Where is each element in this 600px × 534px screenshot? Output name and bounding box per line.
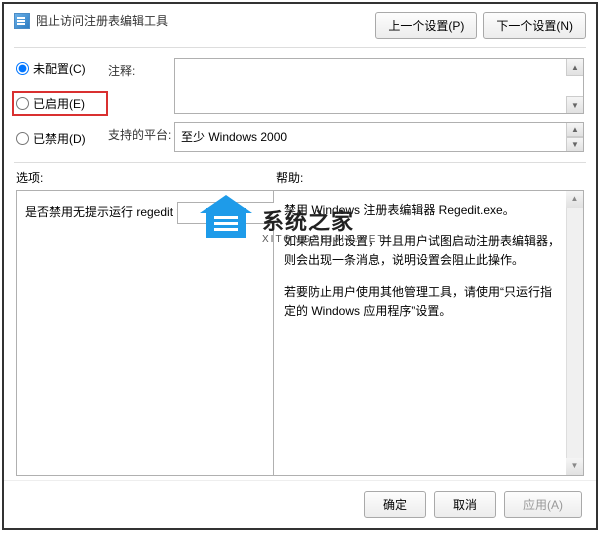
nav-buttons: 上一个设置(P) 下一个设置(N) [375,12,586,39]
radio-enabled-label: 已启用(E) [33,95,85,112]
scroll-down-icon[interactable]: ▼ [566,458,583,475]
help-text-3: 若要防止用户使用其他管理工具，请使用“只运行指定的 Windows 应用程序”设… [284,283,563,321]
radio-not-configured-input[interactable] [16,62,29,75]
help-label: 帮助: [276,169,303,186]
scroll-up-icon[interactable]: ▲ [566,191,583,208]
title-area: 阻止访问注册表编辑工具 [14,12,375,29]
scrollbar[interactable]: ▲ ▼ [566,191,583,475]
cancel-button[interactable]: 取消 [434,491,496,518]
dialog-header: 阻止访问注册表编辑工具 上一个设置(P) 下一个设置(N) [4,4,596,45]
platform-row: 支持的平台: 至少 Windows 2000 ▲ ▼ [108,122,584,152]
apply-button[interactable]: 应用(A) [504,491,582,518]
scroll-down-icon[interactable]: ▼ [566,137,583,151]
radio-enabled-input[interactable] [16,97,29,110]
dialog-title: 阻止访问注册表编辑工具 [36,12,168,29]
config-area: 未配置(C) 已启用(E) 已禁用(D) 注释: ▲ ▼ [4,48,596,160]
radio-enabled[interactable]: 已启用(E) [16,95,102,112]
right-panel: 注释: ▲ ▼ 支持的平台: 至少 Windows 2000 ▲ ▼ [108,58,584,152]
section-labels: 选项: 帮助: [4,163,596,190]
options-label: 选项: [16,169,276,186]
radio-disabled[interactable]: 已禁用(D) [16,130,108,147]
comment-textarea[interactable]: ▲ ▼ [174,58,584,114]
prev-setting-button[interactable]: 上一个设置(P) [375,12,477,39]
footer: 确定 取消 应用(A) [4,480,596,528]
options-panel: 是否禁用无提示运行 regedit ? [16,190,274,476]
help-text-1: 禁用 Windows 注册表编辑器 Regedit.exe。 [284,201,563,220]
options-dropdown[interactable] [177,202,287,224]
radio-not-configured[interactable]: 未配置(C) [16,60,108,77]
policy-icon [14,13,30,29]
platform-box: 至少 Windows 2000 ▲ ▼ [174,122,584,152]
platform-value: 至少 Windows 2000 [181,130,287,144]
radio-disabled-label: 已禁用(D) [33,130,86,147]
radio-not-configured-label: 未配置(C) [33,60,86,77]
ok-button[interactable]: 确定 [364,491,426,518]
highlight-enabled: 已启用(E) [12,91,108,116]
scroll-down-icon[interactable]: ▼ [566,96,583,113]
help-panel: 禁用 Windows 注册表编辑器 Regedit.exe。 如果启用此设置，并… [274,190,584,476]
scroll-up-icon[interactable]: ▲ [566,123,583,137]
platform-label: 支持的平台: [108,122,174,143]
dialog-window: 阻止访问注册表编辑工具 上一个设置(P) 下一个设置(N) 未配置(C) 已启用… [2,2,598,530]
comment-row: 注释: ▲ ▼ [108,58,584,114]
next-setting-button[interactable]: 下一个设置(N) [483,12,586,39]
comment-label: 注释: [108,58,174,79]
radio-disabled-input[interactable] [16,132,29,145]
help-text-2: 如果启用此设置，并且用户试图启动注册表编辑器，则会出现一条消息，说明设置会阻止此… [284,232,563,270]
radio-group: 未配置(C) 已启用(E) 已禁用(D) [16,58,108,152]
scroll-up-icon[interactable]: ▲ [566,59,583,76]
lower-area: 是否禁用无提示运行 regedit ? 禁用 Windows 注册表编辑器 Re… [4,190,596,476]
